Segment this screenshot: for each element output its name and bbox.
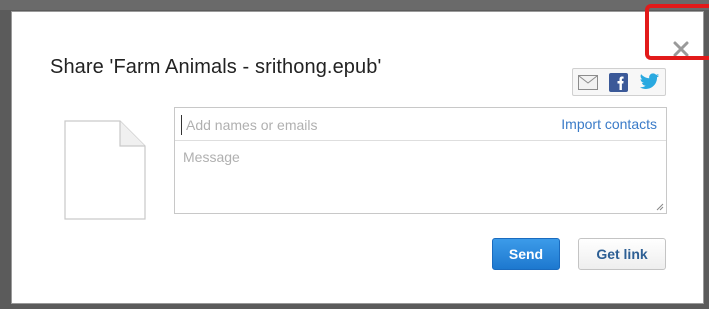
get-link-button[interactable]: Get link [578,238,666,270]
send-button[interactable]: Send [492,238,560,270]
resize-grip-icon[interactable] [656,203,664,211]
share-form: Import contacts [174,107,667,214]
facebook-icon [609,72,629,92]
close-button-highlight [645,4,709,60]
twitter-share-button[interactable] [639,72,661,92]
import-contacts-link[interactable]: Import contacts [561,116,657,132]
facebook-share-button[interactable] [608,72,630,92]
file-icon [64,120,146,220]
share-dialog: Share 'Farm Animals - srithong.epub' Add… [12,12,703,303]
twitter-icon [639,73,660,89]
recipients-input[interactable] [181,115,550,135]
email-share-button[interactable] [577,72,599,92]
email-icon [578,74,599,90]
page-backdrop [0,0,709,10]
recipients-row: Import contacts [175,108,666,141]
share-services [572,68,666,96]
message-field[interactable] [175,141,666,213]
dialog-title: Share 'Farm Animals - srithong.epub' [50,56,382,78]
